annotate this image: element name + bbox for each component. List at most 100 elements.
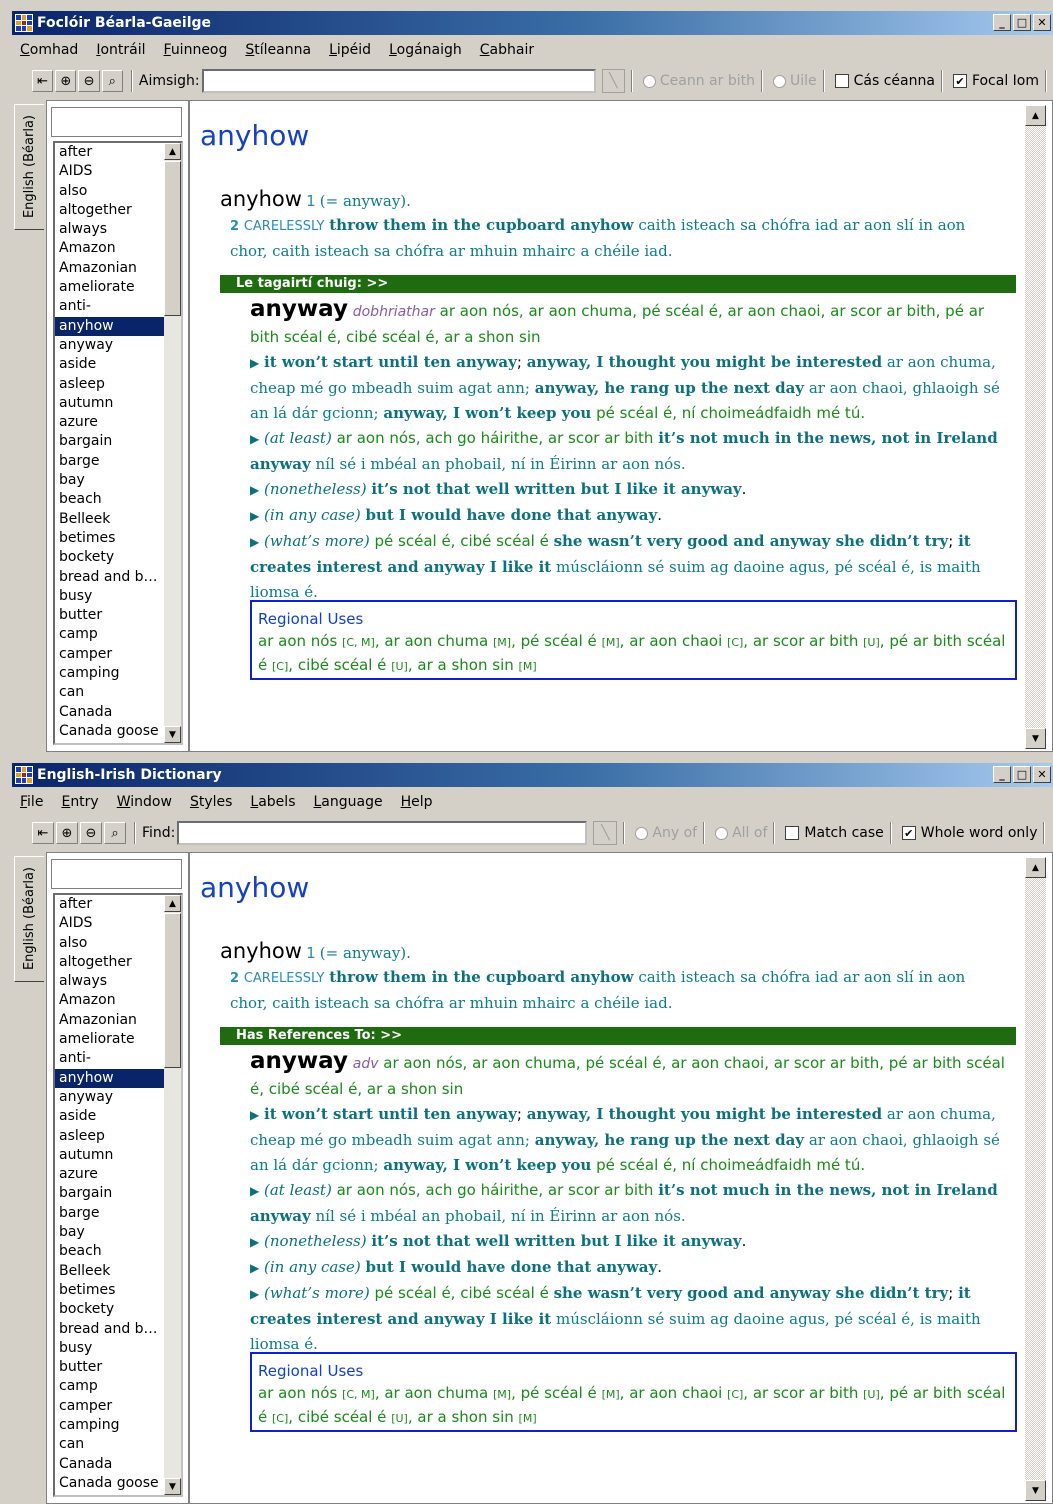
word-list-item[interactable]: AIDS [55,162,165,181]
word-list-item[interactable]: Canada [55,703,165,722]
cross-reference-link[interactable]: (= anyway). [320,944,411,962]
word-list-item[interactable]: aside [55,1107,165,1126]
close-button[interactable]: ✕ [1033,14,1051,31]
word-list-item[interactable]: aside [55,355,165,374]
word-list-item[interactable]: can [55,1435,165,1454]
maximize-button[interactable]: □ [1013,766,1031,783]
scroll-up-icon[interactable]: ▲ [164,143,181,160]
menu-item[interactable]: Fuinneog [164,42,228,58]
word-list-item[interactable]: anti- [55,1049,165,1068]
word-list-item[interactable]: always [55,220,165,239]
references-bar[interactable]: Has References To: >> [220,1027,1016,1045]
scroll-down-icon[interactable]: ▼ [164,1478,181,1495]
word-list-item[interactable]: camper [55,645,165,664]
scroll-down-icon[interactable]: ▼ [1025,728,1046,749]
back-arrow-icon[interactable]: ⇤ [32,70,54,92]
word-list-item[interactable]: Amazonian [55,1011,165,1030]
zoom-reset-icon[interactable]: ⌕ [101,70,123,92]
english-side-tab[interactable]: English (Béarla) [14,856,44,982]
word-list-item[interactable]: ameliorate [55,1030,165,1049]
menu-item[interactable]: Stíleanna [245,42,311,58]
word-list-item[interactable]: camper [55,1397,165,1416]
word-list-item[interactable]: bay [55,1223,165,1242]
word-list-item[interactable]: azure [55,413,165,432]
menu-item[interactable]: Logánaigh [389,42,462,58]
zoom-in-icon[interactable]: ⊕ [56,822,78,844]
word-list-scrollbar[interactable]: ▲ ▼ [164,143,181,743]
menu-item[interactable]: File [20,794,43,810]
menu-item[interactable]: Language [313,794,382,810]
menu-item[interactable]: Help [401,794,433,810]
match-case-checkbox[interactable] [834,74,849,88]
menu-item[interactable]: Iontráil [96,42,145,58]
match-case-checkbox[interactable] [785,826,800,840]
close-button[interactable]: ✕ [1033,766,1051,783]
word-list[interactable]: after AIDS also altogether always Amazon Amazo… [53,141,183,745]
menu-item[interactable]: Lipéid [329,42,371,58]
zoom-reset-icon[interactable]: ⌕ [104,822,126,844]
word-list-item[interactable]: anyway [55,336,165,355]
word-list-item[interactable]: anyway [55,1088,165,1107]
title-bar[interactable]: Foclóir Béarla-Gaeilge _ □ ✕ [12,11,1053,35]
menu-item[interactable]: Cabhair [480,42,534,58]
menu-item[interactable]: Entry [61,794,98,810]
back-arrow-icon[interactable]: ⇤ [32,822,54,844]
title-bar[interactable]: English-Irish Dictionary _ □ ✕ [12,763,1053,787]
word-list-item[interactable]: also [55,182,165,201]
word-filter-input[interactable] [51,859,182,889]
minimize-button[interactable]: _ [993,14,1011,31]
scroll-down-icon[interactable]: ▼ [164,726,181,743]
clear-find-icon[interactable]: ╲ [593,821,618,845]
scroll-thumb[interactable] [164,913,181,1068]
english-side-tab[interactable]: English (Béarla) [14,104,44,230]
find-input[interactable] [201,69,596,93]
word-list-item[interactable]: bay [55,471,165,490]
word-list-item[interactable]: camp [55,625,165,644]
word-list-item[interactable]: can [55,683,165,702]
word-list-item[interactable]: anti- [55,297,165,316]
word-list-item[interactable]: asleep [55,375,165,394]
word-filter-input[interactable] [51,107,182,137]
entry-scrollbar[interactable]: ▲ ▼ [1025,105,1046,749]
word-list-item[interactable]: Belleek [55,1262,165,1281]
word-list-item[interactable]: always [55,972,165,991]
find-input[interactable] [177,821,588,845]
word-list-item[interactable]: Canada goose [55,722,165,741]
word-list-item[interactable]: Canada goose [55,1474,165,1493]
word-list-scrollbar[interactable]: ▲ ▼ [164,895,181,1495]
word-list-item[interactable]: camping [55,664,165,683]
scroll-up-icon[interactable]: ▲ [1025,105,1046,126]
word-list-item[interactable]: autumn [55,1146,165,1165]
word-list-item[interactable]: AIDS [55,914,165,933]
word-list-item[interactable]: bread and b… [55,568,165,587]
word-list-item[interactable]: bargain [55,1184,165,1203]
menu-item[interactable]: Window [117,794,172,810]
scroll-up-icon[interactable]: ▲ [164,895,181,912]
word-list-item[interactable]: asleep [55,1127,165,1146]
entry-scrollbar[interactable]: ▲ ▼ [1025,857,1046,1501]
word-list-item[interactable]: Amazon [55,239,165,258]
scroll-down-icon[interactable]: ▼ [1025,1480,1046,1501]
menu-item[interactable]: Comhad [20,42,78,58]
word-list-item[interactable]: bockety [55,1300,165,1319]
word-list-item[interactable]: anyhow [55,316,165,336]
word-list-item[interactable]: busy [55,1339,165,1358]
word-list-item[interactable]: altogether [55,201,165,220]
any-of-radio[interactable] [635,826,649,840]
word-list-item[interactable]: camping [55,1416,165,1435]
all-of-radio[interactable] [772,74,786,88]
word-list-item[interactable]: betimes [55,1281,165,1300]
word-list-item[interactable]: after [55,143,165,162]
word-list-item[interactable]: butter [55,1358,165,1377]
word-list-item[interactable]: butter [55,606,165,625]
maximize-button[interactable]: □ [1013,14,1031,31]
word-list-item[interactable]: bockety [55,548,165,567]
word-list-item[interactable]: ameliorate [55,278,165,297]
word-list-item[interactable]: betimes [55,529,165,548]
word-list-item[interactable]: Belleek [55,510,165,529]
zoom-in-icon[interactable]: ⊕ [55,70,77,92]
cross-reference-link[interactable]: (= anyway). [320,192,411,210]
zoom-out-icon[interactable]: ⊖ [78,70,100,92]
word-list[interactable]: after AIDS also altogether always Amazon Amazo… [53,893,183,1497]
word-list-item[interactable]: camp [55,1377,165,1396]
